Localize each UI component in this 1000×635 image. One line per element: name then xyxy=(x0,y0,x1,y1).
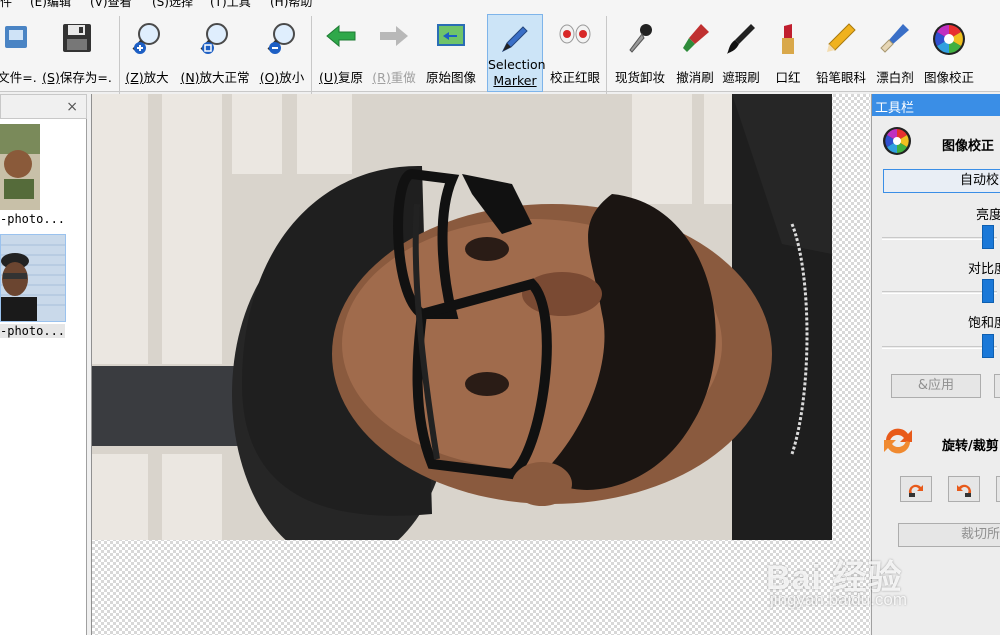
redeye-button[interactable]: 校正红眼 xyxy=(545,14,605,92)
thumbnail-caption-1: -photo... xyxy=(0,212,66,226)
image-canvas[interactable] xyxy=(91,94,870,635)
crop-button[interactable]: 裁切所 xyxy=(898,523,1000,547)
brightness-slider-thumb[interactable] xyxy=(982,225,994,249)
reset-button[interactable] xyxy=(994,374,1000,398)
redo-button[interactable]: (R)重做 xyxy=(368,14,420,92)
rotate-left-button[interactable] xyxy=(900,476,932,502)
brightness-slider-track[interactable] xyxy=(882,237,997,240)
undo-brush-icon xyxy=(679,22,711,59)
menu-bar: 件 (E)编辑 (V)查看 (S)选择 (T)工具 (H)帮助 xyxy=(0,0,1000,8)
selection-marker-button[interactable]: Selection Marker xyxy=(487,14,546,92)
redo-arrow-icon xyxy=(378,22,410,53)
auto-correct-button[interactable]: 自动校 xyxy=(883,169,1000,193)
blemish-brush-button[interactable]: 遮瑕刷 xyxy=(718,14,764,92)
menu-help[interactable]: (H)帮助 xyxy=(270,0,312,8)
undo-brush-button[interactable]: 撤消刷 xyxy=(671,14,719,92)
save-as-button[interactable]: (S)保存为=. xyxy=(38,14,116,92)
rotate-icon xyxy=(882,426,914,459)
tool-panel-title: 工具栏 xyxy=(872,94,1000,116)
color-wheel-icon xyxy=(882,126,912,159)
contrast-label: 对比度 xyxy=(968,262,1000,277)
original-image-icon xyxy=(435,22,467,53)
undo-arrow-icon xyxy=(325,22,357,53)
image-correction-button[interactable]: 图像校正 xyxy=(918,14,980,92)
rotate-crop-title: 旋转/裁剪 xyxy=(942,439,999,454)
pen-marker-icon xyxy=(499,23,531,58)
menu-file[interactable]: 件 xyxy=(0,0,12,8)
brush-icon xyxy=(725,22,757,59)
toolbar-separator xyxy=(311,16,312,94)
remove-makeup-button[interactable]: 现货卸妆 xyxy=(609,14,671,92)
menu-edit[interactable]: (E)编辑 xyxy=(30,0,71,8)
close-icon[interactable]: × xyxy=(66,99,78,115)
open-file-button[interactable]: 文件=. xyxy=(0,14,42,92)
original-image-button[interactable]: 原始图像 xyxy=(420,14,482,92)
color-wheel-icon xyxy=(932,22,966,59)
menu-tools[interactable]: (T)工具 xyxy=(210,0,251,8)
folder-icon xyxy=(3,22,31,55)
lipstick-button[interactable]: 口红 xyxy=(768,14,808,92)
thumbnail-pane-header: × xyxy=(0,94,87,119)
rotate-right-button[interactable] xyxy=(948,476,980,502)
brightness-label: 亮度 xyxy=(976,208,1000,223)
saturation-label: 饱和度 xyxy=(968,316,1000,331)
pencil-eyeliner-button[interactable]: 铅笔眼科 xyxy=(810,14,872,92)
zoom-normal-icon xyxy=(199,22,231,59)
apply-button[interactable]: &应用 xyxy=(891,374,981,398)
saturation-slider-thumb[interactable] xyxy=(982,334,994,358)
rotated-portrait-photo[interactable] xyxy=(92,94,832,540)
floppy-disk-icon xyxy=(61,22,93,57)
flip-button[interactable] xyxy=(996,476,1000,502)
zoom-out-icon xyxy=(266,22,298,59)
pencil-icon xyxy=(825,22,857,59)
contrast-slider-thumb[interactable] xyxy=(982,279,994,303)
image-correction-title: 图像校正 xyxy=(942,139,995,154)
whitening-brush-icon xyxy=(879,22,911,59)
thumbnail-pane: × -photo... -photo... xyxy=(0,94,87,635)
tool-panel: 工具栏 图像校正 自动校 亮度 对比度 饱和度 &应用 旋转/裁剪 裁切所 xyxy=(871,94,1000,635)
menu-select[interactable]: (S)选择 xyxy=(152,0,193,8)
contrast-slider-track[interactable] xyxy=(882,291,997,294)
zoom-in-icon xyxy=(131,22,163,59)
red-eye-icon xyxy=(559,22,591,49)
thumbnail-image-2[interactable] xyxy=(0,234,66,322)
menu-view[interactable]: (V)查看 xyxy=(90,0,132,8)
zoom-normal-button[interactable]: (N)放大正常 xyxy=(175,14,255,92)
saturation-slider-track[interactable] xyxy=(882,346,997,349)
main-toolbar: 文件=. (S)保存为=. (Z)放大 (N)放大正常 (O)放小 (U)复原 xyxy=(0,8,1000,94)
lipstick-icon xyxy=(778,22,798,59)
thumbnail-caption-2: -photo... xyxy=(0,324,66,338)
dropper-icon xyxy=(624,22,656,59)
zoom-out-button[interactable]: (O)放小 xyxy=(256,14,308,92)
thumbnail-image-1[interactable] xyxy=(0,124,40,210)
whitening-button[interactable]: 漂白剂 xyxy=(872,14,918,92)
toolbar-separator xyxy=(606,16,607,94)
zoom-in-button[interactable]: (Z)放大 xyxy=(122,14,172,92)
undo-button[interactable]: (U)复原 xyxy=(314,14,368,92)
toolbar-separator xyxy=(119,16,120,94)
